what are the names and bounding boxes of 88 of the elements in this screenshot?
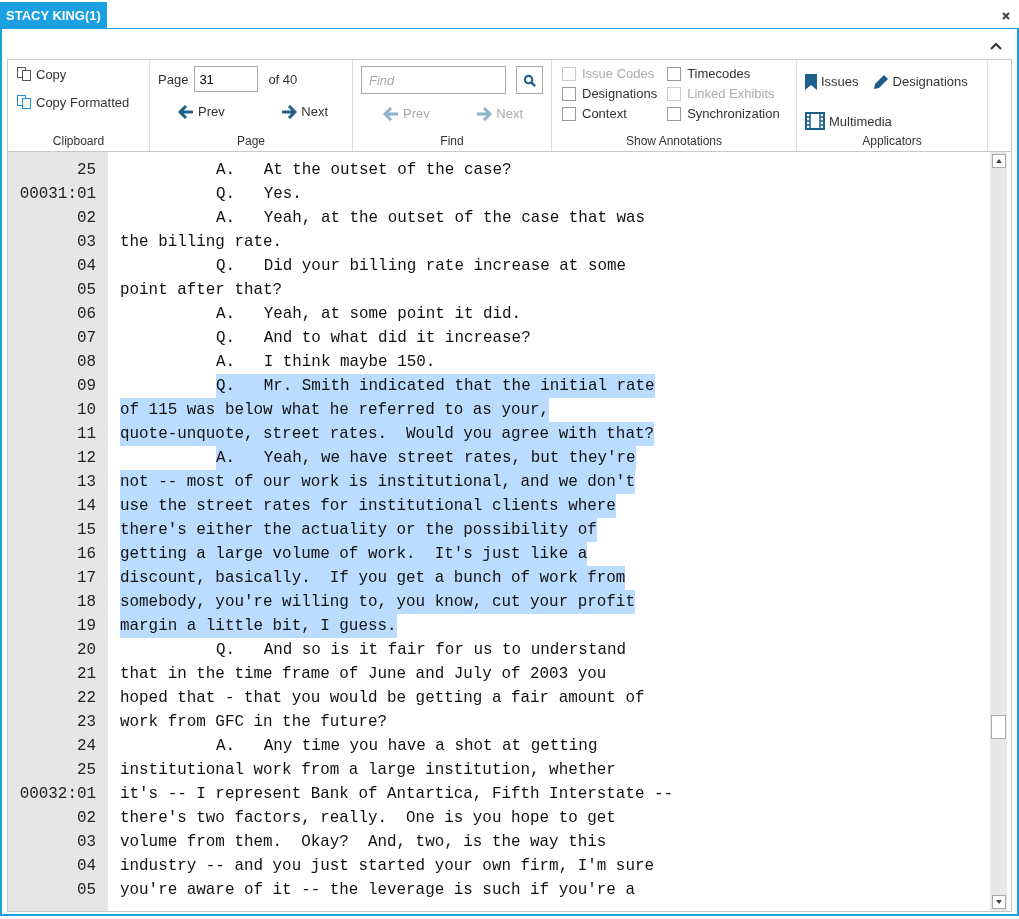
transcript-line: hoped that - that you would be getting a fair amount of xyxy=(120,689,645,707)
line-number: 04 xyxy=(75,857,96,875)
annotation-checkbox[interactable]: Timecodes xyxy=(667,65,780,82)
transcript-line: point after that? xyxy=(120,281,283,299)
scroll-down-icon[interactable] xyxy=(991,895,1006,909)
copy-icon xyxy=(16,66,32,82)
line-number: 03 xyxy=(75,233,96,251)
line-number: 03 xyxy=(75,833,96,851)
collapse-chevron-icon[interactable] xyxy=(990,41,1002,50)
designations-button[interactable]: Designations xyxy=(872,70,968,94)
bookmark-icon xyxy=(805,73,817,90)
page-label: Page xyxy=(158,71,189,87)
group-label: Clipboard xyxy=(51,134,106,150)
copy-icon xyxy=(16,94,32,110)
line-number: 00031:01 xyxy=(18,185,96,203)
group-label: Applicators xyxy=(861,134,923,150)
next-page-button[interactable]: Next xyxy=(281,104,328,119)
annotation-checkbox[interactable]: Context xyxy=(562,105,658,122)
annotation-checkbox[interactable]: Synchronization xyxy=(667,105,780,122)
multimedia-button[interactable]: Multimedia xyxy=(805,108,892,134)
transcript-line: Q. Did your billing rate increase at some xyxy=(215,257,627,275)
group-label: Page xyxy=(236,134,266,150)
left-arrow-icon xyxy=(383,106,399,121)
line-number: 13 xyxy=(75,473,96,491)
line-number: 18 xyxy=(75,593,96,611)
transcript-line: industry -- and you just started your own firm, I'm sure xyxy=(120,857,654,875)
scrollbar-thumb[interactable] xyxy=(991,715,1006,739)
line-number: 16 xyxy=(75,545,96,563)
line-number: 09 xyxy=(75,377,96,395)
transcript-line: you're aware of it -- the leverage is such if you're a xyxy=(120,881,635,899)
transcript-line: volume from them. Okay? And, two, is the way this xyxy=(120,833,607,851)
line-number: 17 xyxy=(75,569,96,587)
transcript-line: A. Yeah, at some point it did. xyxy=(215,305,522,323)
transcript-line: it's -- I represent Bank of Antartica, Fifth Interstate -- xyxy=(120,785,674,803)
film-icon xyxy=(805,112,825,131)
find-field[interactable]: Find xyxy=(361,66,506,94)
line-number: 00032:01 xyxy=(18,785,96,803)
line-number: 20 xyxy=(75,641,96,659)
left-arrow-icon xyxy=(178,104,194,119)
close-icon[interactable] xyxy=(1002,12,1010,20)
line-number: 05 xyxy=(75,881,96,899)
search-button[interactable] xyxy=(516,66,543,94)
group-label: Show Annotations xyxy=(624,134,724,150)
line-number: 10 xyxy=(75,401,96,419)
transcript-line: institutional work from a large institution, whether xyxy=(120,761,616,779)
search-icon xyxy=(523,73,536,87)
line-number: 14 xyxy=(75,497,96,515)
line-number: 23 xyxy=(75,713,96,731)
right-arrow-icon xyxy=(476,106,493,121)
transcript-line: there's two factors, really. One is you hope to get xyxy=(120,809,616,827)
line-number: 25 xyxy=(75,761,96,779)
transcript-line: the billing rate. xyxy=(120,233,283,251)
transcript-line: Q. Yes. xyxy=(215,185,302,203)
line-number: 05 xyxy=(75,281,96,299)
page-count: of 40 xyxy=(268,71,298,87)
line-number: 11 xyxy=(75,425,96,443)
prev-page-button[interactable]: Prev xyxy=(178,104,225,119)
line-number: 24 xyxy=(75,737,96,755)
transcript-line: Q. And so is it fair for us to understand xyxy=(215,641,627,659)
group-label: Find xyxy=(439,134,465,150)
pencil-icon xyxy=(872,73,889,90)
copy-button[interactable]: Copy xyxy=(16,66,141,82)
right-arrow-icon xyxy=(281,104,298,119)
scrollbar[interactable] xyxy=(990,152,1007,911)
line-number: 04 xyxy=(75,257,96,275)
transcript-line: Q. And to what did it increase? xyxy=(215,329,531,347)
line-number: 02 xyxy=(75,809,96,827)
line-number: 06 xyxy=(75,305,96,323)
transcript-line: A. Any time you have a shot at getting xyxy=(215,737,598,755)
annotation-checkbox[interactable]: Designations xyxy=(562,85,658,102)
line-number: 07 xyxy=(75,329,96,347)
line-number: 21 xyxy=(75,665,96,683)
page-number-field[interactable]: 31 xyxy=(194,66,259,92)
transcript-line: A. Yeah, at the outset of the case that was xyxy=(215,209,646,227)
line-number: 08 xyxy=(75,353,96,371)
transcript-line: A. At the outset of the case? xyxy=(215,161,512,179)
scroll-up-icon[interactable] xyxy=(991,154,1006,168)
line-number: 25 xyxy=(75,161,96,179)
copy-formatted-button[interactable]: Copy Formatted xyxy=(16,94,141,110)
line-number: 22 xyxy=(75,689,96,707)
transcript-line: A. I think maybe 150. xyxy=(215,353,436,371)
transcript-line: that in the time frame of June and July of 2003 you xyxy=(120,665,607,683)
transcript-line: work from GFC in the future? xyxy=(120,713,387,731)
issues-button[interactable]: Issues xyxy=(805,70,859,94)
line-number: 15 xyxy=(75,521,96,539)
line-number: 19 xyxy=(75,617,96,635)
line-number: 02 xyxy=(75,209,96,227)
line-number: 12 xyxy=(75,449,96,467)
